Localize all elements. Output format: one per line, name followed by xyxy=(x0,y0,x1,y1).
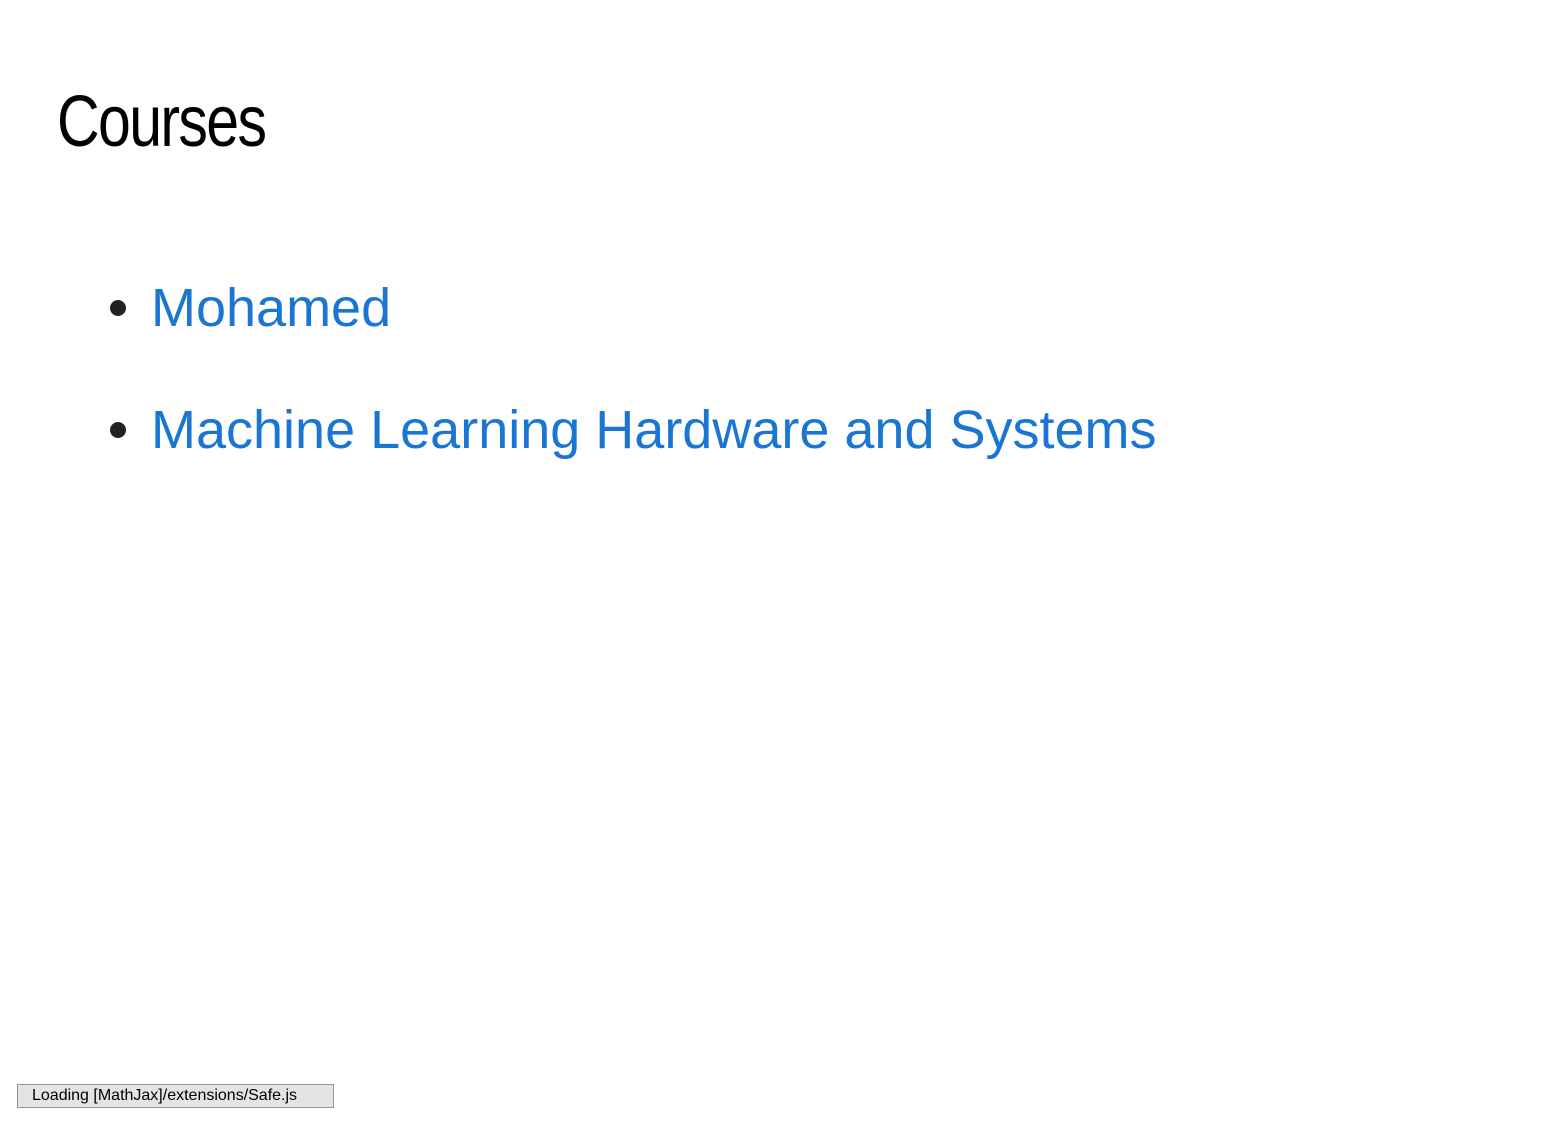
course-link-ml-hardware-systems[interactable]: Machine Learning Hardware and Systems xyxy=(151,392,1157,468)
page-title: Courses xyxy=(57,82,267,162)
course-link-mohamed[interactable]: Mohamed xyxy=(151,270,391,346)
bullet-icon xyxy=(110,300,126,316)
bullet-icon xyxy=(110,422,126,438)
mathjax-loading-status: Loading [MathJax]/extensions/Safe.js xyxy=(17,1084,334,1108)
page: Courses Mohamed Machine Learning Hardwar… xyxy=(0,0,1561,1138)
